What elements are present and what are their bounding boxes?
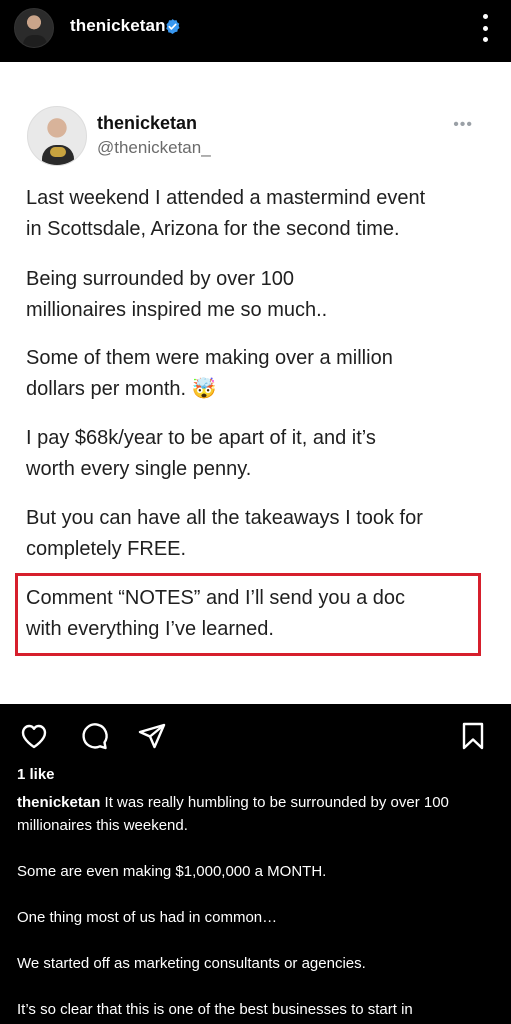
verified-badge-icon bbox=[166, 19, 180, 34]
caption-username[interactable]: thenicketan bbox=[17, 794, 100, 811]
comment-icon[interactable] bbox=[78, 720, 110, 752]
post-image[interactable]: thenicketan @thenicketan_ ••• Last weeke… bbox=[0, 62, 511, 704]
tweet-paragraph: Some of them were making over a million … bbox=[26, 347, 393, 400]
caption-line: Some are even making $1,000,000 a MONTH. bbox=[17, 863, 327, 880]
header-username[interactable]: thenicketan bbox=[70, 16, 166, 36]
like-count[interactable]: 1 like bbox=[17, 766, 55, 783]
share-icon[interactable] bbox=[136, 720, 168, 752]
tweet-paragraph: Last weekend I attended a mastermind eve… bbox=[26, 187, 426, 240]
tweet-display-name: thenicketan bbox=[97, 113, 198, 133]
tweet-paragraph: Being surrounded by over 100 millionaire… bbox=[26, 268, 328, 321]
avatar[interactable] bbox=[14, 8, 54, 48]
heart-icon[interactable] bbox=[18, 720, 50, 752]
post-action-bar bbox=[0, 704, 511, 764]
instagram-post-screen: thenicketan thenicketan @thenicketan_ ••… bbox=[0, 0, 511, 1024]
tweet-paragraph-highlighted: Comment “NOTES” and I’ll send you a doc … bbox=[26, 587, 406, 640]
caption-line: One thing most of us had in common… bbox=[17, 909, 278, 926]
post-header: thenicketan bbox=[0, 0, 511, 62]
caption-line: It’s so clear that this is one of the be… bbox=[17, 1001, 413, 1018]
caption-line: We started off as marketing consultants … bbox=[17, 955, 366, 972]
tweet-paragraph: I pay $68k/year to be apart of it, and i… bbox=[26, 427, 376, 480]
tweet-paragraph: But you can have all the takeaways I too… bbox=[26, 507, 423, 560]
bookmark-icon[interactable] bbox=[457, 720, 489, 752]
tweet-more-icon: ••• bbox=[453, 116, 473, 133]
more-options-icon[interactable] bbox=[481, 14, 489, 42]
tweet-handle: @thenicketan_ bbox=[97, 138, 211, 157]
caption-first-paragraph: thenicketan It was really humbling to be… bbox=[17, 791, 497, 837]
tweet-avatar bbox=[27, 106, 87, 166]
